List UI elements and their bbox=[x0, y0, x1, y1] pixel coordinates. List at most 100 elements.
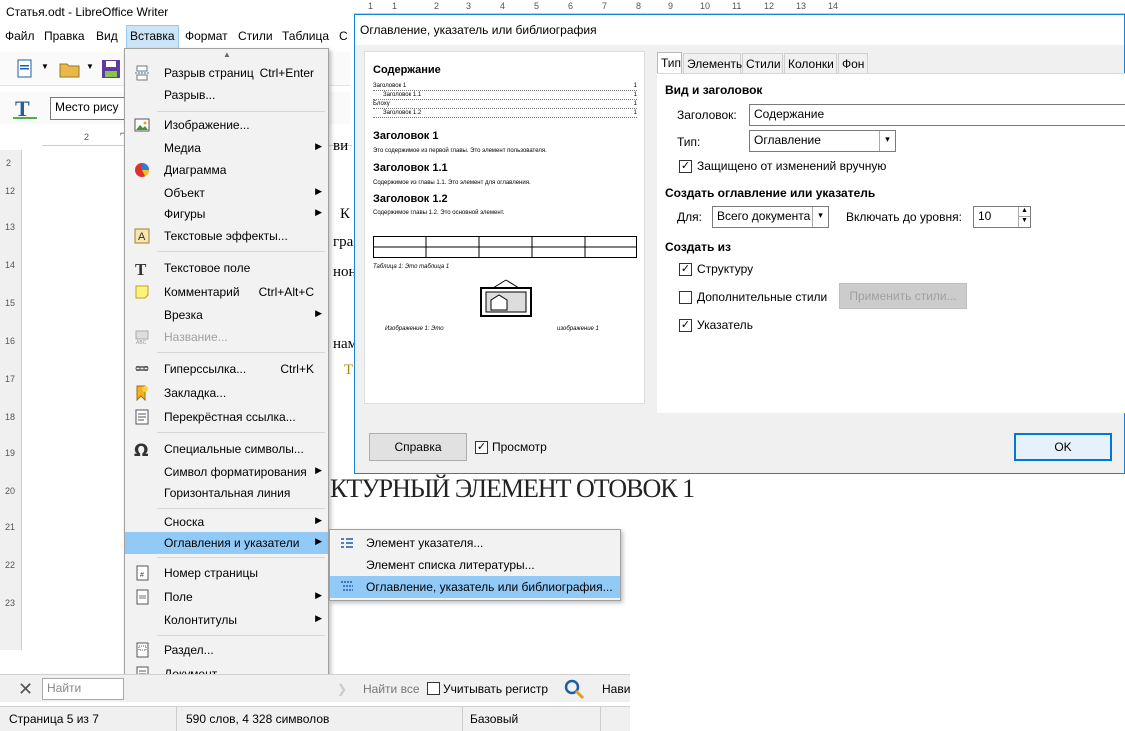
menu-item-media[interactable]: Медиа ▶ bbox=[125, 137, 328, 159]
ok-button[interactable]: OK bbox=[1014, 433, 1112, 461]
menu-item-header-footer[interactable]: Колонтитулы ▶ bbox=[125, 609, 328, 631]
paragraph-style-box[interactable]: Место рису bbox=[50, 97, 130, 120]
spin-down-icon[interactable]: ▼ bbox=[1018, 217, 1030, 227]
menu-item-special-characters[interactable]: Ω Специальные символы... bbox=[125, 438, 328, 461]
svg-text:T: T bbox=[135, 260, 147, 276]
tab-type-panel: Вид и заголовок Заголовок: Содержание Ти… bbox=[657, 73, 1125, 413]
menu-item-shapes[interactable]: Фигуры ▶ bbox=[125, 203, 328, 225]
menu-item-bookmark[interactable]: Закладка... bbox=[125, 382, 328, 404]
preview-checkbox[interactable]: ✓ bbox=[475, 441, 488, 454]
navigate-label[interactable]: Нави bbox=[602, 682, 630, 696]
window-title-text: Статья.odt - LibreOffice Writer bbox=[6, 5, 169, 19]
submenu-item-bibliography-entry[interactable]: Элемент списка литературы... bbox=[330, 554, 620, 576]
ruler-mark: 12 bbox=[5, 186, 16, 196]
submenu-arrow-icon: ▶ bbox=[315, 515, 322, 525]
tab-columns[interactable]: Колонки bbox=[784, 53, 837, 73]
extra-styles-checkbox[interactable] bbox=[679, 291, 692, 304]
submenu-arrow-icon: ▶ bbox=[315, 536, 322, 546]
preview-image-icon bbox=[479, 278, 533, 318]
find-input[interactable]: Найти bbox=[42, 678, 124, 700]
spin-up-icon[interactable]: ▲ bbox=[1018, 207, 1030, 217]
styles-icon[interactable]: T bbox=[12, 96, 38, 121]
menu-item-page-number[interactable]: # Номер страницы bbox=[125, 562, 328, 584]
menu-item-break[interactable]: Разрыв... bbox=[125, 84, 328, 106]
toc-submenu: Элемент указателя... Элемент списка лите… bbox=[329, 529, 621, 601]
new-dropdown-icon[interactable]: ▼ bbox=[41, 62, 49, 71]
levels-spinner[interactable]: 10 ▲ ▼ bbox=[973, 206, 1031, 228]
ruler-mark: 15 bbox=[5, 298, 16, 308]
tab-type[interactable]: Тип bbox=[657, 52, 682, 74]
submenu-arrow-icon: ▶ bbox=[315, 465, 322, 475]
menu-format[interactable]: Формат bbox=[185, 29, 228, 43]
ruler-mark: 16 bbox=[5, 336, 16, 346]
menu-item-page-break[interactable]: Разрыв страниц Ctrl+Enter bbox=[125, 62, 328, 84]
bookmark-icon bbox=[134, 385, 150, 402]
submenu-arrow-icon: ▶ bbox=[315, 590, 322, 600]
tab-styles[interactable]: Стили bbox=[742, 53, 783, 73]
open-folder-icon[interactable] bbox=[58, 58, 82, 80]
save-icon[interactable] bbox=[100, 58, 122, 80]
menu-item-cross-reference[interactable]: Перекрёстная ссылка... bbox=[125, 406, 328, 428]
menu-item-formatting-mark[interactable]: Символ форматирования ▶ bbox=[125, 461, 328, 483]
document-text-fragment: К bbox=[340, 206, 351, 222]
menu-file[interactable]: Файл bbox=[5, 29, 35, 43]
menu-item-hyperlink[interactable]: Гиперссылка... Ctrl+K bbox=[125, 358, 328, 380]
apply-styles-button: Применить стили... bbox=[839, 283, 967, 309]
structure-label: Структуру bbox=[697, 262, 754, 276]
scroll-up-icon[interactable]: ▲ bbox=[223, 50, 231, 59]
ruler-mark: 2 bbox=[6, 158, 12, 168]
menu-item-section[interactable]: Раздел... bbox=[125, 639, 328, 661]
menu-styles[interactable]: Стили bbox=[238, 29, 273, 43]
status-words: 590 слов, 4 328 символов bbox=[186, 712, 330, 726]
title-input[interactable]: Содержание bbox=[749, 104, 1125, 126]
menu-item-text-box[interactable]: T Текстовое поле bbox=[125, 257, 328, 279]
find-all-button[interactable]: Найти все bbox=[363, 682, 420, 696]
tab-background[interactable]: Фон bbox=[838, 53, 868, 73]
levels-value: 10 bbox=[978, 209, 992, 223]
close-icon[interactable]: ✕ bbox=[18, 679, 33, 700]
index-checkbox[interactable]: ✓ bbox=[679, 319, 692, 332]
menu-item-frame[interactable]: Врезка ▶ bbox=[125, 304, 328, 326]
menu-item-image[interactable]: Изображение... bbox=[125, 114, 328, 136]
menu-edit[interactable]: Правка bbox=[44, 29, 85, 43]
menu-item-field[interactable]: Поле ▶ bbox=[125, 586, 328, 608]
open-dropdown-icon[interactable]: ▼ bbox=[86, 62, 94, 71]
svg-text:#: # bbox=[140, 572, 144, 579]
for-select[interactable]: Всего документа ▾ bbox=[712, 206, 829, 228]
menu-item-horizontal-line[interactable]: Горизонтальная линия bbox=[125, 482, 328, 504]
submenu-item-index-entry[interactable]: Элемент указателя... bbox=[330, 532, 620, 554]
menu-view[interactable]: Вид bbox=[96, 29, 118, 43]
menu-table[interactable]: Таблица bbox=[282, 29, 329, 43]
svg-text:Ω: Ω bbox=[134, 441, 148, 457]
menu-more[interactable]: С bbox=[339, 29, 348, 43]
menu-separator bbox=[157, 557, 325, 558]
structure-checkbox[interactable]: ✓ bbox=[679, 263, 692, 276]
menu-item-comment[interactable]: Комментарий Ctrl+Alt+C bbox=[125, 281, 328, 303]
preview-h11: Заголовок 1.1 bbox=[373, 162, 448, 174]
menu-item-footnote[interactable]: Сноска ▶ bbox=[125, 511, 328, 533]
status-page: Страница 5 из 7 bbox=[9, 712, 99, 726]
ruler-mark: 23 bbox=[5, 598, 16, 608]
preview-p11: Содержимое из главы 1.1. Это элемент для… bbox=[373, 180, 531, 186]
menu-item-chart[interactable]: Диаграмма bbox=[125, 159, 328, 181]
tab-entries[interactable]: Элементы bbox=[683, 53, 745, 73]
help-button[interactable]: Справка bbox=[369, 433, 467, 461]
toc-icon bbox=[339, 579, 355, 595]
find-replace-icon[interactable] bbox=[563, 678, 585, 700]
menu-item-object[interactable]: Объект ▶ bbox=[125, 182, 328, 204]
preview-toc-line: Заголовок 1.1 1 bbox=[373, 91, 637, 100]
menu-item-fontwork[interactable]: A Текстовые эффекты... bbox=[125, 225, 328, 247]
match-case-checkbox[interactable] bbox=[427, 682, 440, 695]
type-select[interactable]: Оглавление ▾ bbox=[749, 130, 896, 152]
section-heading-type: Вид и заголовок bbox=[665, 83, 763, 97]
submenu-item-toc-index-bibliography[interactable]: Оглавление, указатель или библиография..… bbox=[330, 576, 620, 598]
new-document-icon[interactable] bbox=[14, 58, 36, 80]
image-icon bbox=[134, 117, 150, 133]
menu-separator bbox=[157, 352, 325, 353]
menu-insert[interactable]: Вставка bbox=[126, 25, 179, 49]
submenu-arrow-icon: ▶ bbox=[315, 186, 322, 196]
menu-item-toc-and-index[interactable]: Оглавления и указатели ▶ bbox=[125, 532, 328, 554]
field-icon bbox=[134, 589, 150, 605]
protected-checkbox[interactable]: ✓ bbox=[679, 160, 692, 173]
ruler-mark: 21 bbox=[5, 522, 16, 532]
